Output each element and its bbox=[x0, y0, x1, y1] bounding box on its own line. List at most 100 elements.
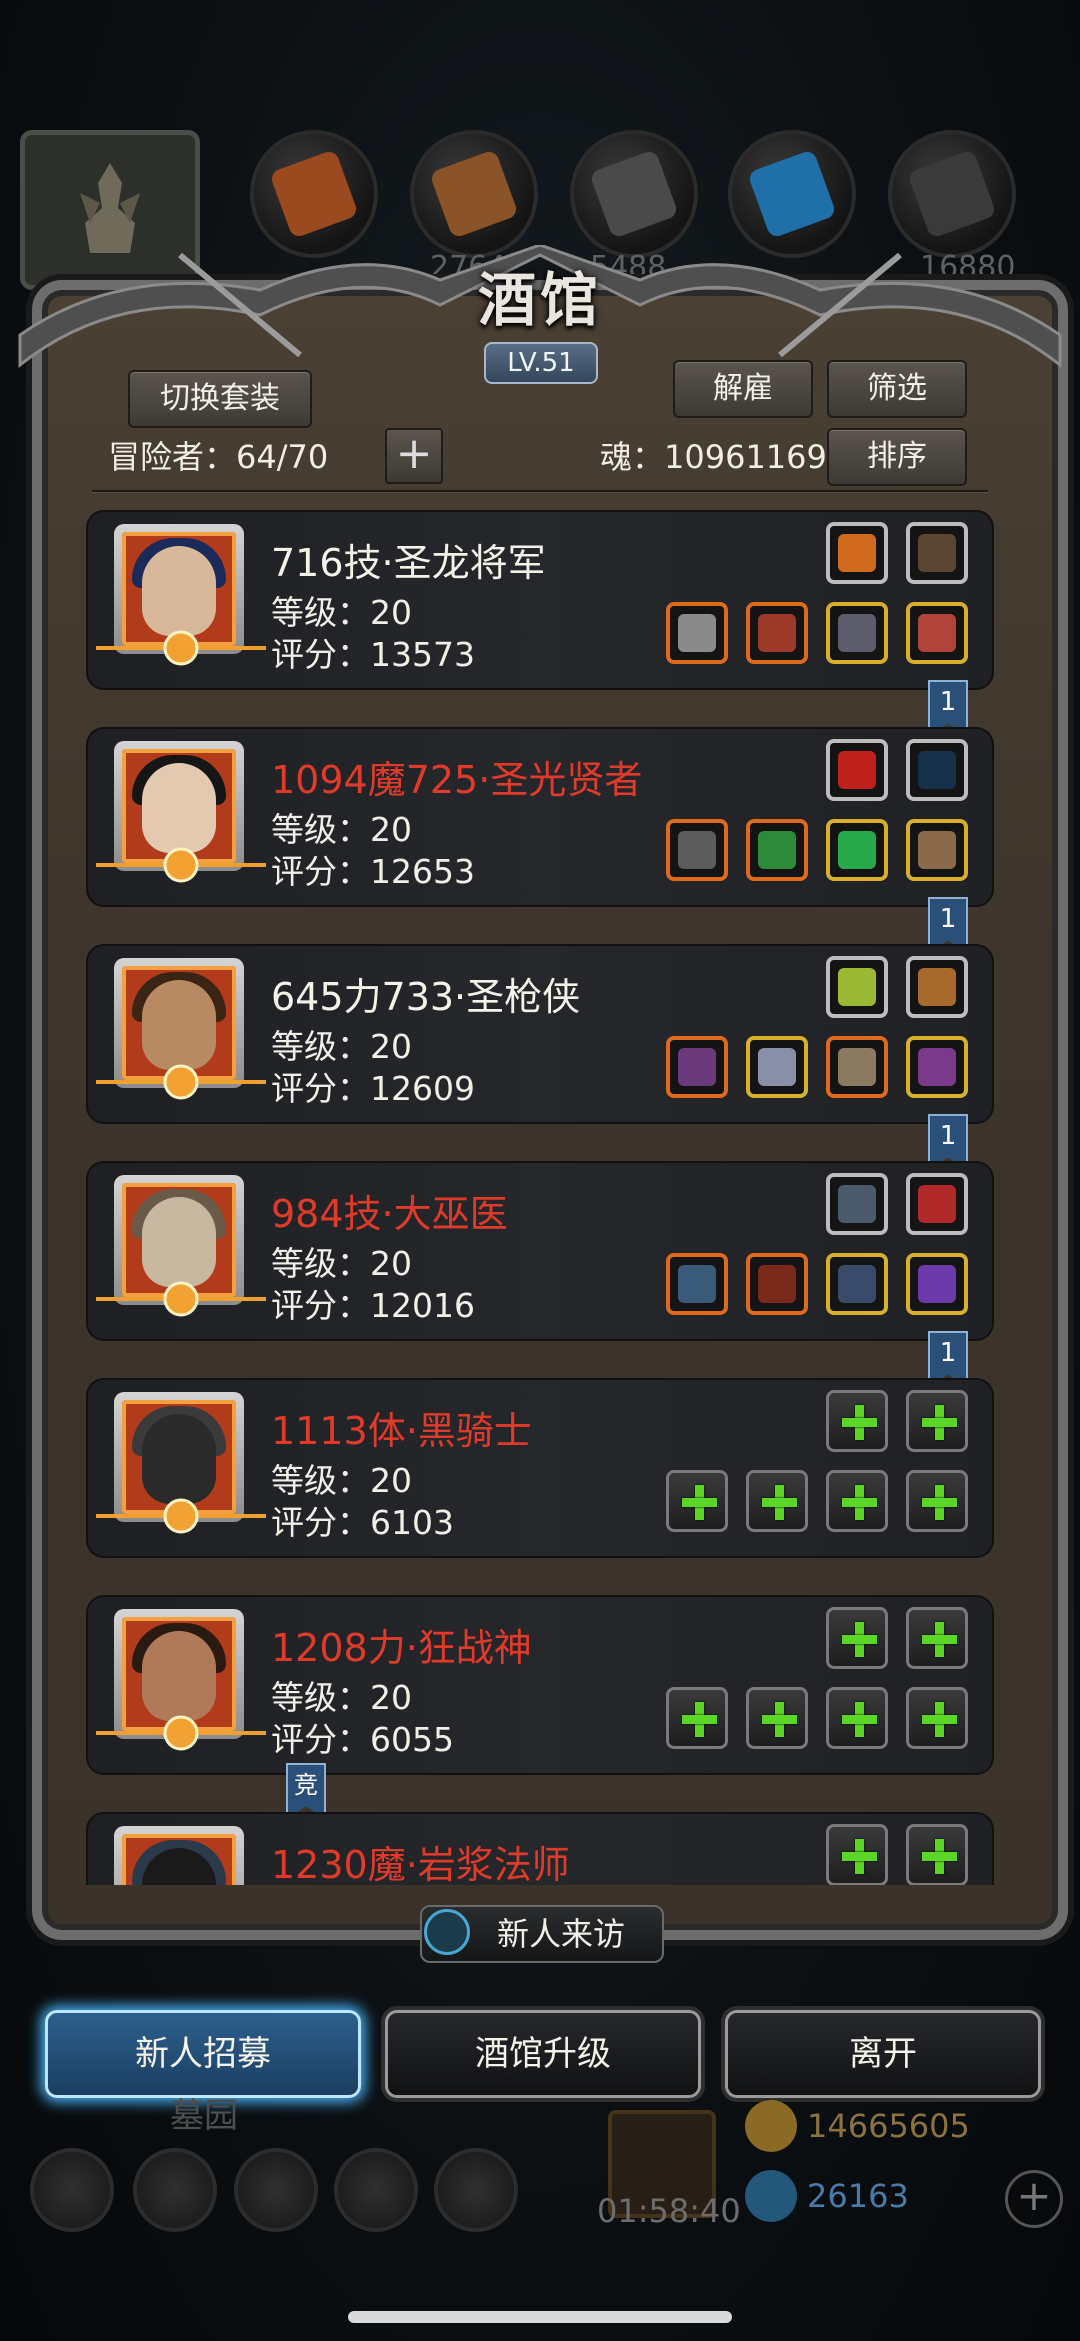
equip-slot-bow[interactable] bbox=[906, 522, 968, 584]
equip-slot-armor[interactable] bbox=[746, 602, 808, 664]
add-equipment-button[interactable] bbox=[666, 1687, 728, 1749]
hero-score: 评分：12016 bbox=[271, 1286, 475, 1325]
add-equipment-button[interactable] bbox=[826, 1390, 888, 1452]
wood-icon bbox=[429, 149, 519, 239]
hero-score: 评分：12653 bbox=[271, 852, 475, 891]
ore-resource-slot[interactable] bbox=[888, 130, 1016, 258]
iron-icon bbox=[589, 149, 679, 239]
green-armor-icon bbox=[758, 831, 796, 869]
equip-slot-armor[interactable] bbox=[746, 819, 808, 881]
equip-slot-robe[interactable] bbox=[746, 1253, 808, 1315]
equip-slot-gem[interactable] bbox=[826, 739, 888, 801]
book-icon bbox=[838, 1185, 876, 1223]
leave-button[interactable]: 离开 bbox=[725, 2010, 1041, 2098]
switch-outfit-button[interactable]: 切换套装 bbox=[128, 370, 312, 428]
new-visitor-bar[interactable]: 新人来访 bbox=[420, 1905, 664, 1963]
hero-list[interactable]: 716技·圣龙将军 等级：20 评分：13573 1 1094魔725·圣光贤者… bbox=[86, 510, 994, 1885]
equip-slot-shield[interactable] bbox=[826, 602, 888, 664]
mail-round-button[interactable] bbox=[334, 2148, 418, 2232]
hero-portrait-frame bbox=[114, 1826, 244, 1885]
add-equipment-button[interactable] bbox=[826, 1687, 888, 1749]
wood-resource-slot[interactable] bbox=[410, 130, 538, 258]
hero-card[interactable]: 1208力·狂战神 等级：20 评分：6055 bbox=[86, 1595, 994, 1775]
add-equipment-button[interactable] bbox=[906, 1824, 968, 1885]
ring-icon bbox=[918, 1048, 956, 1086]
add-equipment-button[interactable] bbox=[666, 1470, 728, 1532]
add-equipment-button[interactable] bbox=[826, 1824, 888, 1885]
header-divider bbox=[92, 490, 988, 492]
hero-score: 评分：13573 bbox=[271, 635, 475, 674]
equip-slot-orb[interactable] bbox=[826, 819, 888, 881]
round-shield-icon bbox=[838, 1048, 876, 1086]
settings-round-button[interactable] bbox=[30, 2148, 114, 2232]
rank-star-icon bbox=[96, 847, 266, 883]
hero-score: 评分：6055 bbox=[271, 1720, 454, 1759]
rifle-icon bbox=[678, 1048, 716, 1086]
hero-card[interactable]: 716技·圣龙将军 等级：20 评分：13573 bbox=[86, 510, 994, 690]
hero-card[interactable]: 1113体·黑骑士 等级：20 评分：6103 bbox=[86, 1378, 994, 1558]
ore-icon bbox=[907, 149, 997, 239]
hero-name: 1094魔725·圣光贤者 bbox=[271, 758, 643, 802]
expand-capacity-button[interactable]: + bbox=[385, 428, 443, 484]
equip-slot-sword[interactable] bbox=[666, 602, 728, 664]
equip-slot-staff[interactable] bbox=[666, 1253, 728, 1315]
hero-card[interactable]: 1230魔·岩浆法师 bbox=[86, 1812, 994, 1885]
equip-slot-shield[interactable] bbox=[826, 1253, 888, 1315]
add-equipment-button[interactable] bbox=[906, 1687, 968, 1749]
add-equipment-button[interactable] bbox=[746, 1470, 808, 1532]
hero-card[interactable]: 984技·大巫医 等级：20 评分：12016 bbox=[86, 1161, 994, 1341]
shield-icon bbox=[838, 614, 876, 652]
equip-slot-shield[interactable] bbox=[826, 1036, 888, 1098]
hero-name: 716技·圣龙将军 bbox=[271, 541, 546, 585]
equip-slot-mask[interactable] bbox=[906, 819, 968, 881]
home-indicator[interactable] bbox=[348, 2311, 732, 2323]
hero-level: 等级：20 bbox=[271, 593, 412, 632]
shop-round-button[interactable] bbox=[434, 2148, 518, 2232]
light-sage-portrait bbox=[122, 749, 236, 863]
equip-slot-armor[interactable] bbox=[746, 1036, 808, 1098]
equip-slot-whip[interactable] bbox=[906, 739, 968, 801]
add-equipment-button[interactable] bbox=[906, 1470, 968, 1532]
add-equipment-button[interactable] bbox=[906, 1607, 968, 1669]
hero-name: 984技·大巫医 bbox=[271, 1192, 508, 1236]
equip-slot-pumpkin[interactable] bbox=[826, 522, 888, 584]
hero-card[interactable]: 645力733·圣枪侠 等级：20 评分：12609 bbox=[86, 944, 994, 1124]
equip-slot-bell[interactable] bbox=[906, 956, 968, 1018]
filter-button[interactable]: 筛选 bbox=[827, 360, 967, 418]
adventurer-count: 冒险者：64/70 bbox=[108, 438, 329, 476]
equip-slot-lantern[interactable] bbox=[826, 956, 888, 1018]
robe-icon bbox=[758, 1265, 796, 1303]
whip-icon bbox=[918, 751, 956, 789]
equip-slot-book[interactable] bbox=[826, 1173, 888, 1235]
crystal-resource-slot[interactable] bbox=[728, 130, 856, 258]
achievement-round-button[interactable] bbox=[133, 2148, 217, 2232]
add-equipment-button[interactable] bbox=[746, 1687, 808, 1749]
leather-icon bbox=[269, 149, 359, 239]
equip-slot-axe[interactable] bbox=[666, 819, 728, 881]
sword-icon bbox=[678, 614, 716, 652]
recruit-button[interactable]: 新人招募 bbox=[45, 2010, 361, 2098]
equip-slot-ring[interactable] bbox=[906, 1036, 968, 1098]
armor-icon bbox=[758, 614, 796, 652]
hero-level: 等级：20 bbox=[271, 1027, 412, 1066]
gem-display: 26163 bbox=[745, 2170, 1025, 2222]
clock-icon bbox=[424, 1909, 470, 1955]
equip-slot-necklace[interactable] bbox=[906, 602, 968, 664]
rank-star-icon bbox=[96, 630, 266, 666]
iron-resource-slot[interactable] bbox=[570, 130, 698, 258]
quest-round-button[interactable] bbox=[234, 2148, 318, 2232]
add-equipment-button[interactable] bbox=[826, 1607, 888, 1669]
tavern-upgrade-button[interactable]: 酒馆升级 bbox=[385, 2010, 701, 2098]
leather-resource-slot[interactable] bbox=[250, 130, 378, 258]
equip-slot-emblem[interactable] bbox=[906, 1173, 968, 1235]
add-equipment-button[interactable] bbox=[826, 1470, 888, 1532]
equip-slot-rifle[interactable] bbox=[666, 1036, 728, 1098]
mask-icon bbox=[918, 831, 956, 869]
rank-star-icon bbox=[96, 1715, 266, 1751]
add-gems-button[interactable]: + bbox=[1005, 2170, 1063, 2228]
equip-slot-ring[interactable] bbox=[906, 1253, 968, 1315]
sort-button[interactable]: 排序 bbox=[827, 428, 967, 486]
add-equipment-button[interactable] bbox=[906, 1390, 968, 1452]
dismiss-button[interactable]: 解雇 bbox=[673, 360, 813, 418]
hero-card[interactable]: 1094魔725·圣光贤者 等级：20 评分：12653 bbox=[86, 727, 994, 907]
